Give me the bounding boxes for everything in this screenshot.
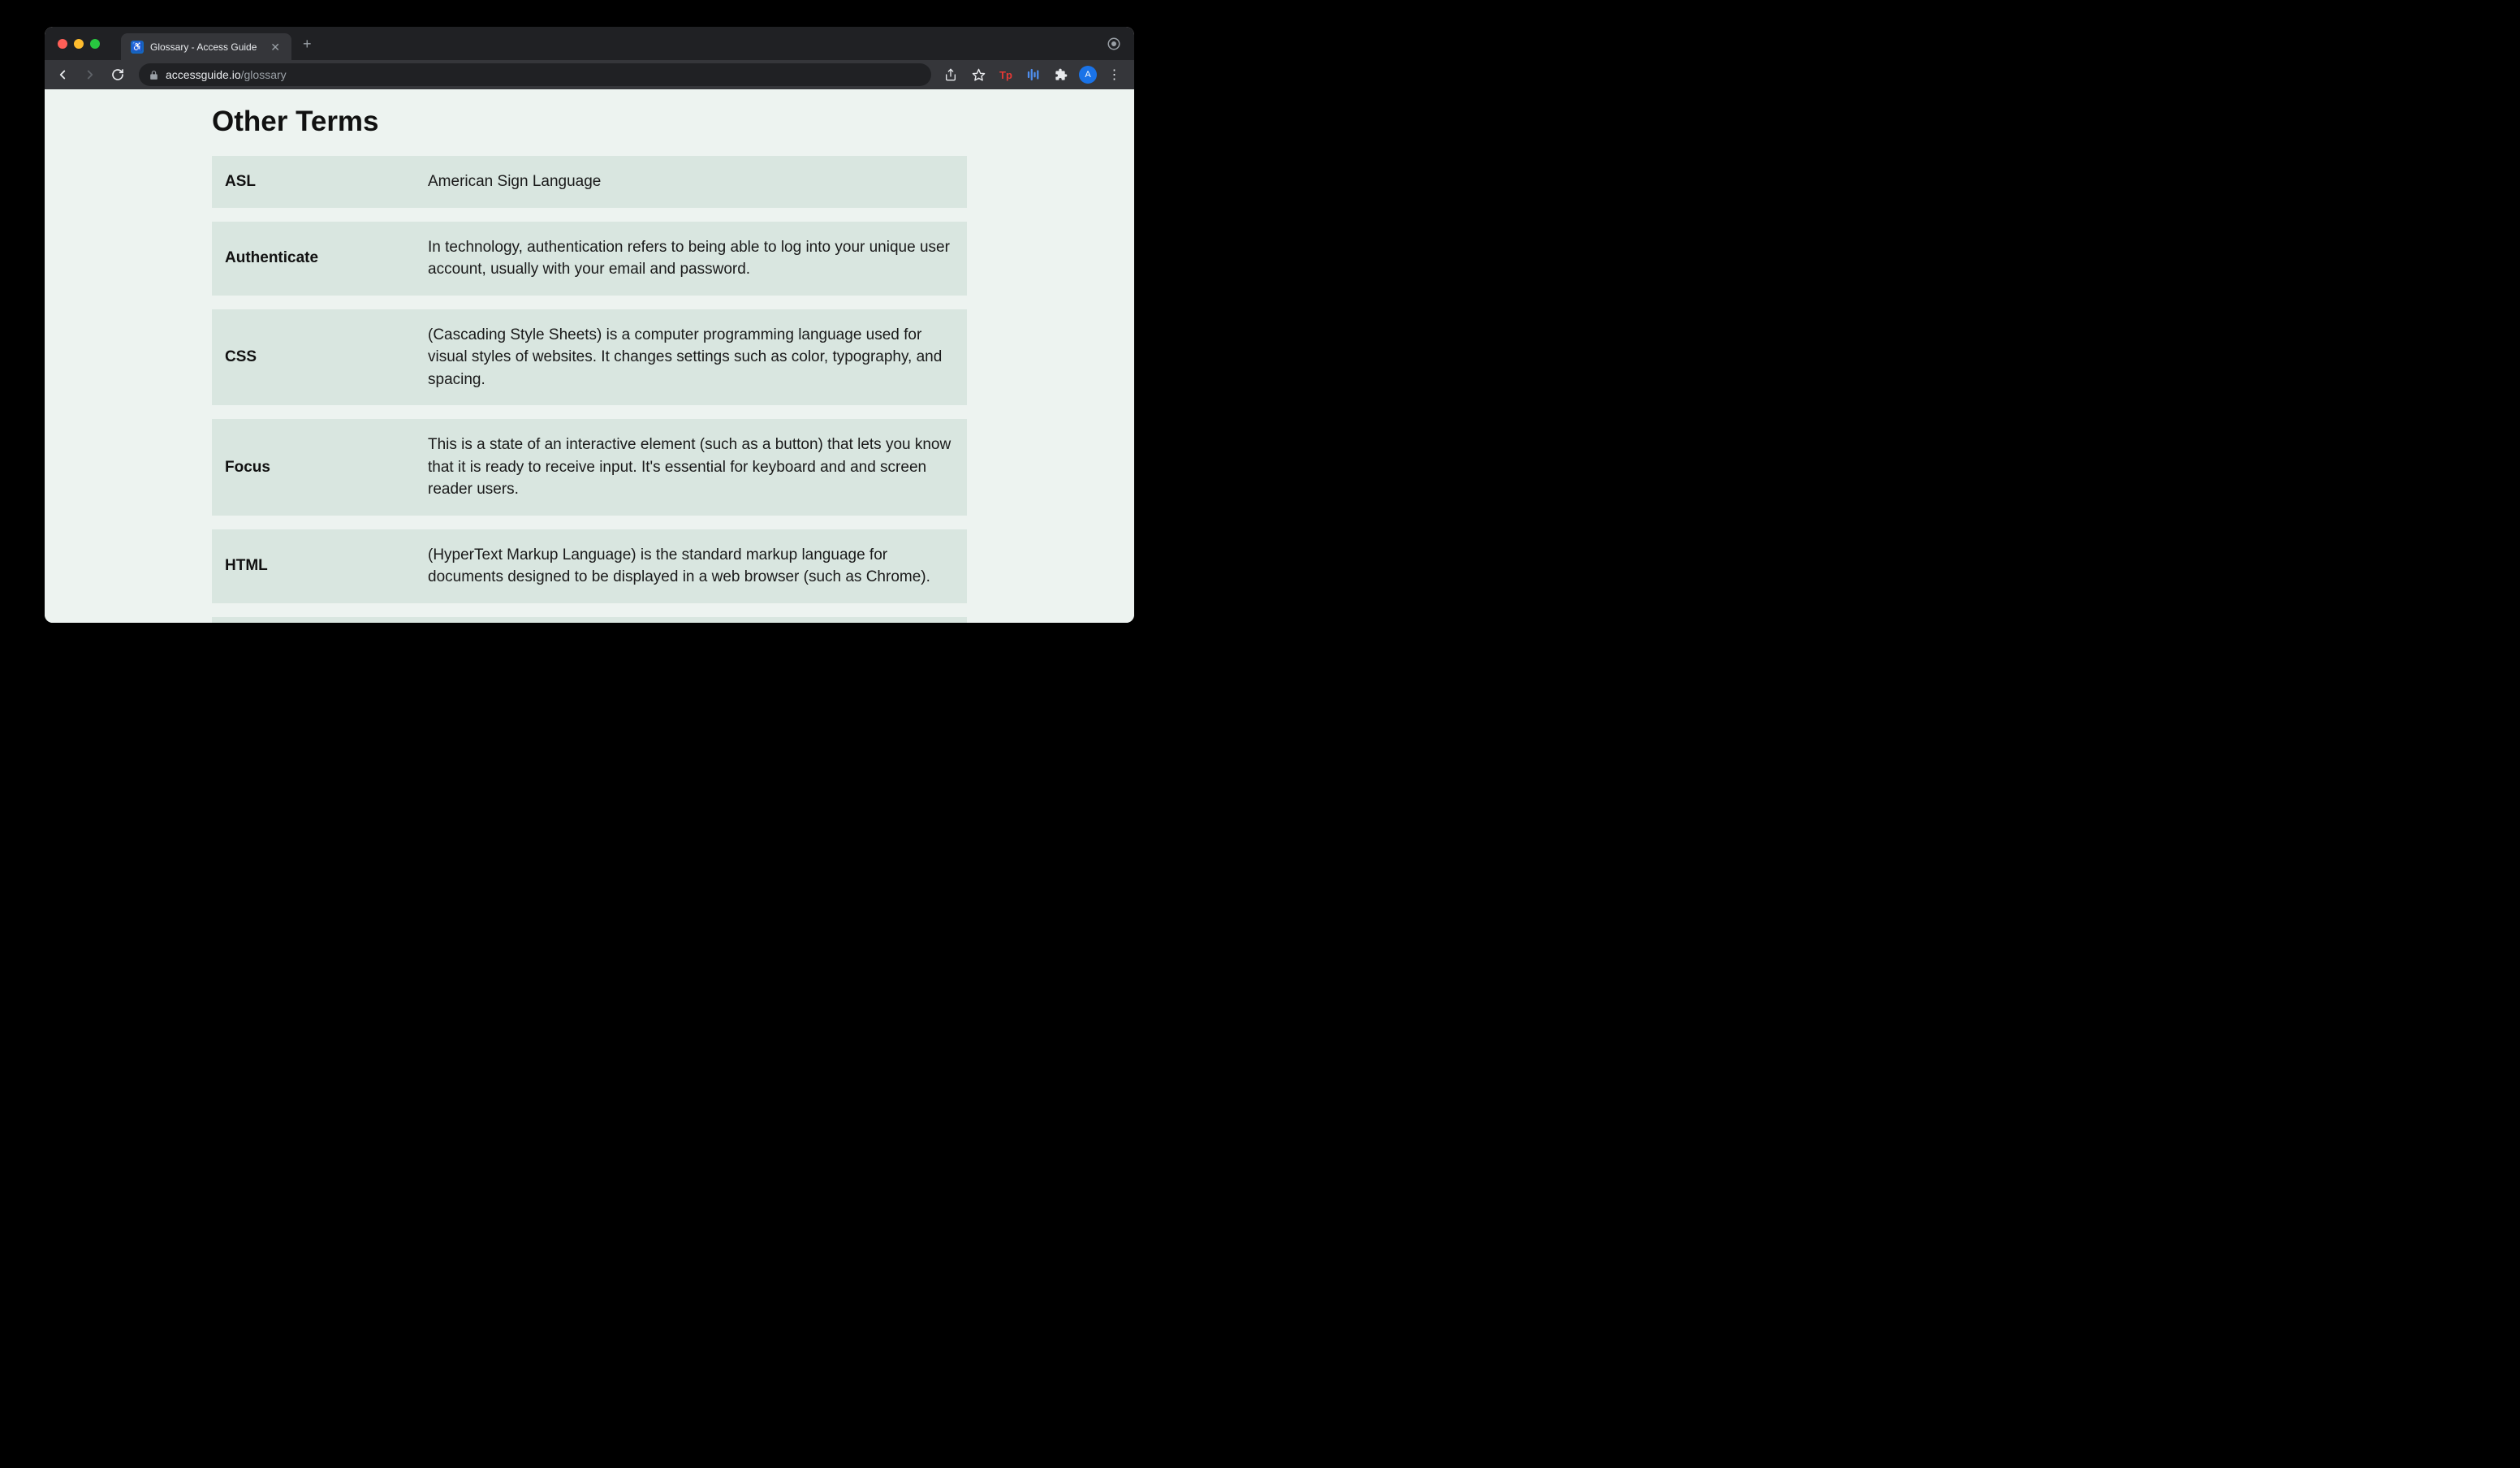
glossary-row: HTML (HyperText Markup Language) is the … xyxy=(212,529,967,603)
extension-wave-icon[interactable] xyxy=(1024,65,1043,84)
glossary-definition: In technology, authentication refers to … xyxy=(428,236,954,281)
extensions-icon[interactable] xyxy=(1051,65,1071,84)
share-icon[interactable] xyxy=(941,65,960,84)
tab-title: Glossary - Access Guide xyxy=(150,41,262,53)
profile-badge-icon[interactable] xyxy=(1107,37,1121,51)
glossary-definition: (Cascading Style Sheets) is a computer p… xyxy=(428,324,954,391)
nav-reload-button[interactable] xyxy=(106,63,129,86)
glossary-definition: (HyperText Markup Language) is the stand… xyxy=(428,544,954,589)
glossary-term: Authenticate xyxy=(225,249,428,267)
glossary-row: CSS (Cascading Style Sheets) is a comput… xyxy=(212,309,967,406)
browser-window: ♿ Glossary - Access Guide ✕ + ac xyxy=(45,27,1134,623)
url-domain: accessguide.io xyxy=(166,68,241,81)
url-path: /glossary xyxy=(241,68,287,81)
glossary-term: HTML xyxy=(225,557,428,575)
bookmark-star-icon[interactable] xyxy=(969,65,988,84)
glossary-row: Focus This is a state of an interactive … xyxy=(212,419,967,516)
glossary-term: CSS xyxy=(225,348,428,366)
window-minimize-button[interactable] xyxy=(74,39,84,49)
window-maximize-button[interactable] xyxy=(90,39,100,49)
tab-favicon: ♿ xyxy=(131,41,144,54)
extension-tp-icon[interactable]: Tp xyxy=(996,65,1016,84)
nav-back-button[interactable] xyxy=(51,63,74,86)
glossary-row-partial xyxy=(212,617,967,623)
glossary-term: Focus xyxy=(225,459,428,477)
browser-menu-icon[interactable]: ⋮ xyxy=(1105,65,1124,84)
window-close-button[interactable] xyxy=(58,39,67,49)
glossary-definition: This is a state of an interactive elemen… xyxy=(428,434,954,501)
nav-forward-button[interactable] xyxy=(79,63,101,86)
toolbar-actions: Tp A ⋮ xyxy=(941,65,1128,84)
glossary-list: ASL American Sign Language Authenticate … xyxy=(212,156,967,623)
browser-tab[interactable]: ♿ Glossary - Access Guide ✕ xyxy=(121,33,291,60)
address-bar[interactable]: accessguide.io/glossary xyxy=(139,63,931,86)
page-viewport[interactable]: Other Terms ASL American Sign Language A… xyxy=(45,89,1134,623)
url-text: accessguide.io/glossary xyxy=(166,68,921,81)
glossary-row: ASL American Sign Language xyxy=(212,156,967,208)
browser-toolbar: accessguide.io/glossary Tp A ⋮ xyxy=(45,60,1134,89)
new-tab-button[interactable]: + xyxy=(303,37,312,51)
glossary-term: ASL xyxy=(225,173,428,191)
glossary-definition: American Sign Language xyxy=(428,171,954,193)
content-wrapper: Other Terms ASL American Sign Language A… xyxy=(212,89,967,623)
lock-icon xyxy=(149,70,159,80)
tab-bar: ♿ Glossary - Access Guide ✕ + xyxy=(45,27,1134,60)
window-controls xyxy=(51,39,106,49)
page-heading: Other Terms xyxy=(212,106,967,138)
tab-close-icon[interactable]: ✕ xyxy=(269,40,282,54)
profile-avatar[interactable]: A xyxy=(1079,66,1097,84)
glossary-row: Authenticate In technology, authenticati… xyxy=(212,222,967,296)
